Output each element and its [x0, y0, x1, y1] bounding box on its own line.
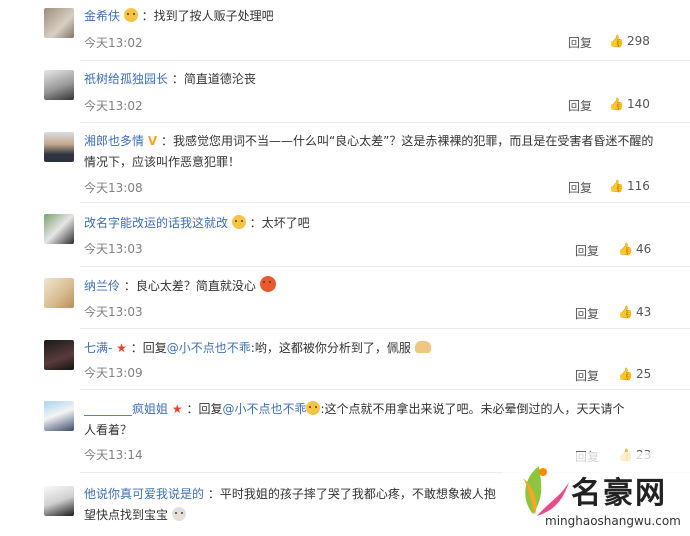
like-button[interactable]: 👍 140 [609, 97, 650, 111]
like-count: 298 [626, 34, 650, 48]
mention-link[interactable]: @小不点也不乖 [167, 341, 251, 355]
username[interactable]: 祇树给孤独园长 [84, 72, 168, 86]
divider [80, 122, 690, 123]
mention-link[interactable]: @小不点也不乖 [222, 402, 306, 416]
like-count: 140 [626, 97, 650, 111]
avatar[interactable] [44, 8, 74, 38]
emoji-icon [231, 215, 246, 229]
star-badge-icon: ★ [116, 341, 127, 355]
avatar[interactable] [44, 340, 74, 370]
emoji-icon [306, 401, 321, 415]
timestamp: 今天13:03 [84, 242, 143, 256]
like-count: 43 [635, 305, 652, 319]
divider [80, 202, 690, 203]
reply-button[interactable]: 回复 [568, 34, 592, 51]
comment-text: 纳兰伶 ：良心太差？简直就没心 [84, 276, 666, 297]
thumbs-up-icon: 👍 [609, 179, 624, 193]
comment-text: 祇树给孤独园长 ：简直道德沦丧 [84, 72, 256, 86]
reply-button[interactable]: 回复 [575, 305, 599, 322]
username[interactable]: 他说你真可爱我说是的 [84, 487, 204, 501]
verified-badge-icon: V [147, 134, 158, 148]
comment-text: 金希伕 ：找到了按人贩子处理吧 [84, 8, 274, 23]
avatar[interactable] [44, 278, 74, 308]
like-button[interactable]: 👍 25 [618, 367, 651, 381]
like-button[interactable]: 👍 116 [609, 179, 650, 193]
timestamp: 今天13:02 [84, 99, 143, 113]
thumbs-up-icon: 👍 [618, 367, 633, 381]
like-button[interactable]: 👍 298 [609, 34, 650, 48]
comment-text: 七满- ★ ：回复@小不点也不乖:哟，这都被你分析到了，佩服 [84, 338, 666, 359]
divider [80, 389, 690, 390]
watermark-url: minghaoshangwu.com [545, 514, 681, 528]
comment-text: 湘郎也多情 V ：我感觉您用词不当——什么叫“良心太差”？这是赤裸裸的犯罪，而且… [84, 134, 654, 169]
comment-text: ________疯姐姐 ★ ：回复@小不点也不乖:这个点就不用拿出来说了吧。未必… [84, 401, 625, 437]
timestamp: 今天13:09 [84, 366, 143, 380]
reply-button[interactable]: 回复 [568, 97, 592, 114]
reply-button[interactable]: 回复 [575, 242, 599, 259]
thumbs-up-icon: 👍 [618, 242, 633, 256]
reply-button[interactable]: 回复 [575, 367, 599, 384]
avatar[interactable] [44, 486, 74, 516]
like-button[interactable]: 👍 46 [618, 242, 651, 256]
like-count: 46 [635, 242, 652, 256]
username[interactable]: 改名字能改运的话我这就改 [84, 216, 228, 230]
username[interactable]: 湘郎也多情 [84, 134, 144, 148]
divider [80, 266, 690, 267]
thumbs-up-icon: 👍 [609, 97, 624, 111]
timestamp: 今天13:03 [84, 305, 143, 319]
username[interactable]: ________疯姐姐 [84, 402, 168, 416]
emoji-icon [259, 276, 276, 292]
timestamp: 今天13:08 [84, 181, 143, 195]
watermark-brand: 名豪网 [571, 476, 667, 511]
star-badge-icon: ★ [171, 402, 183, 416]
like-count: 25 [635, 367, 652, 381]
divider [80, 328, 690, 329]
timestamp: 今天13:02 [84, 36, 143, 50]
emoji-icon [171, 507, 186, 521]
avatar[interactable] [44, 401, 74, 431]
like-button[interactable]: 👍 43 [618, 305, 651, 319]
site-watermark-logo: 名豪网 minghaoshangwu.com [503, 452, 690, 533]
timestamp: 今天13:14 [84, 448, 143, 462]
avatar[interactable] [44, 132, 74, 162]
username[interactable]: 金希伕 [84, 9, 120, 23]
emoji-icon [123, 8, 138, 22]
comment-text: 改名字能改运的话我这就改 ：太坏了吧 [84, 215, 310, 230]
avatar[interactable] [44, 214, 74, 244]
divider [80, 60, 690, 61]
like-count: 116 [626, 179, 650, 193]
reply-button[interactable]: 回复 [568, 179, 592, 196]
clap-emoji-icon [414, 341, 431, 353]
thumbs-up-icon: 👍 [618, 305, 633, 319]
username[interactable]: 纳兰伶 [84, 279, 120, 293]
username[interactable]: 七满- [84, 341, 112, 355]
thumbs-up-icon: 👍 [609, 34, 624, 48]
avatar[interactable] [44, 70, 74, 100]
